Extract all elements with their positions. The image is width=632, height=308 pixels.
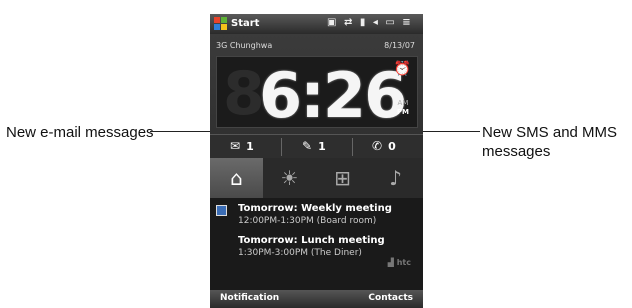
tab-music[interactable]: ♪ — [369, 158, 422, 198]
carrier-name: 3G Chunghwa — [216, 41, 273, 50]
contacts-softkey[interactable]: Contacts — [368, 293, 413, 303]
tab-home[interactable]: ⌂ — [210, 158, 263, 198]
htc-logo-text: htc — [396, 258, 411, 267]
network-icon[interactable]: ▣ — [327, 17, 338, 28]
phone-icon: ✆ — [372, 139, 383, 153]
divider — [281, 138, 282, 156]
appointment-title[interactable]: Tomorrow: Weekly meeting — [238, 203, 392, 214]
pm-label: PM — [396, 108, 409, 116]
appointment-time: 12:00PM-1:30PM (Board room) — [238, 216, 377, 226]
alarm-clock-icon[interactable]: ⏰ — [394, 61, 411, 77]
volume-icon[interactable]: ◂ — [373, 17, 380, 28]
sms-callout-line2: messages — [482, 143, 551, 160]
calendar-icon — [216, 205, 227, 216]
tab-weather[interactable]: ☀ — [263, 158, 316, 198]
appointment-title[interactable]: Tomorrow: Lunch meeting — [238, 235, 385, 246]
title-bar: Start ▣ ⇄ ▮ ◂ ▭ ≡ — [210, 14, 423, 34]
signal-icon[interactable]: ▮ — [360, 17, 368, 28]
notification-counts-bar: ✉ 1 ✎ 1 ✆ 0 — [210, 134, 423, 160]
sms-callout-line1: New SMS and MMS — [482, 124, 618, 141]
am-pm-indicator: AM PM — [397, 99, 409, 117]
sms-count[interactable]: ✎ 1 — [302, 139, 326, 153]
missed-calls-count[interactable]: ✆ 0 — [372, 139, 396, 153]
softkey-bar: Notification Contacts — [210, 290, 423, 308]
grid-icon: ⊞ — [334, 166, 351, 190]
clock-display[interactable]: 8 6:26 ⏰ AM PM — [216, 56, 418, 132]
sms-callout-label: New SMS and MMS messages — [482, 123, 617, 161]
divider — [352, 138, 353, 156]
am-label: AM — [397, 99, 409, 107]
htc-logo: ▟ htc — [388, 258, 411, 267]
phone-screen: Start ▣ ⇄ ▮ ◂ ▭ ≡ 3G Chunghwa 8/13/07 8 … — [210, 14, 423, 308]
htc-logo-mark: ▟ — [387, 258, 394, 267]
clock-time: 6:26 — [259, 59, 407, 132]
status-icons: ▣ ⇄ ▮ ◂ ▭ ≡ — [327, 17, 413, 28]
date-display: 8/13/07 — [384, 41, 415, 50]
start-title[interactable]: Start — [231, 18, 259, 29]
calls-count-value: 0 — [388, 140, 396, 153]
notification-softkey[interactable]: Notification — [220, 293, 279, 303]
sun-icon: ☀ — [280, 166, 299, 190]
home-clock-panel: 3G Chunghwa 8/13/07 8 6:26 ⏰ AM PM ✉ 1 ✎ 1… — [210, 34, 423, 198]
music-icon: ♪ — [389, 166, 402, 190]
tab-launcher[interactable]: ⊞ — [316, 158, 369, 198]
windows-start-icon[interactable] — [214, 17, 228, 31]
sync-icon[interactable]: ⇄ — [344, 17, 354, 28]
email-count[interactable]: ✉ 1 — [230, 139, 254, 153]
sms-icon: ✎ — [302, 139, 313, 153]
menu-icon[interactable]: ≡ — [402, 17, 412, 28]
appointments-list: Tomorrow: Weekly meeting 12:00PM-1:30PM … — [210, 198, 423, 290]
appointment-time: 1:30PM-3:00PM (The Diner) — [238, 248, 362, 258]
sms-count-value: 1 — [318, 140, 326, 153]
email-icon: ✉ — [230, 139, 241, 153]
home-tabs: ⌂ ☀ ⊞ ♪ — [210, 158, 423, 198]
email-callout-label: New e-mail messages — [6, 124, 154, 141]
email-count-value: 1 — [246, 140, 254, 153]
battery-icon[interactable]: ▭ — [385, 17, 396, 28]
home-icon: ⌂ — [230, 166, 243, 190]
